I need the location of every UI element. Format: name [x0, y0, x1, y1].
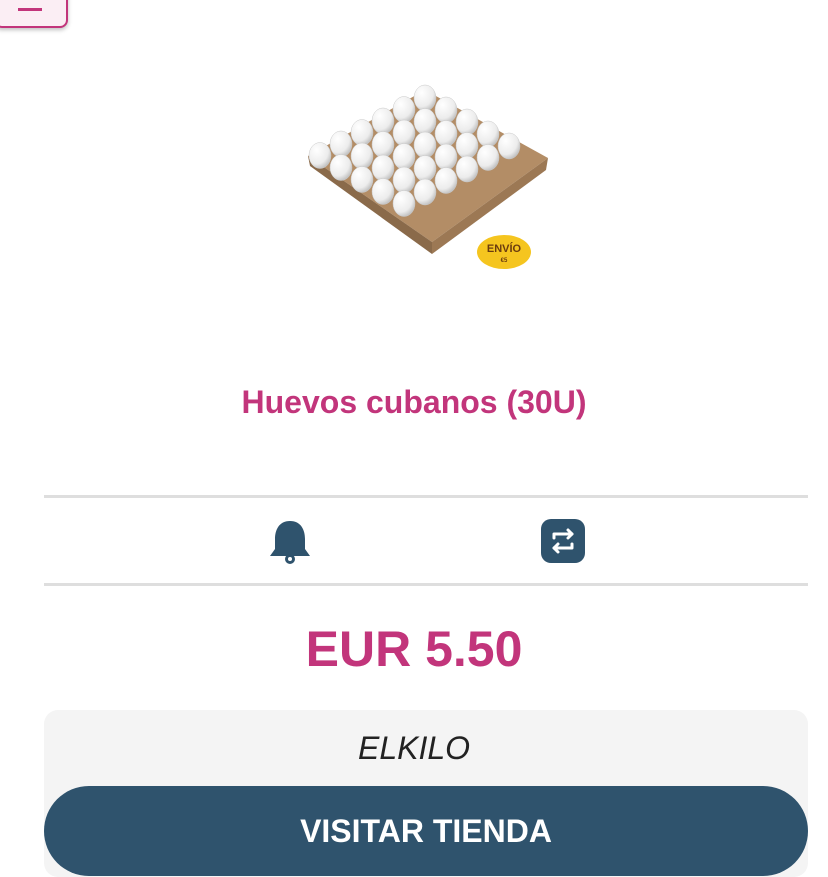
egg	[350, 166, 374, 193]
egg	[476, 120, 500, 148]
egg	[413, 108, 437, 135]
egg	[434, 167, 458, 194]
egg	[497, 132, 521, 160]
egg	[392, 96, 416, 123]
egg	[434, 96, 458, 124]
divider	[44, 495, 808, 498]
egg	[413, 178, 437, 206]
egg	[371, 131, 395, 158]
egg	[413, 131, 437, 159]
egg	[371, 154, 395, 182]
visit-store-button[interactable]: VISITAR TIENDA	[44, 786, 808, 876]
menu-icon	[18, 2, 42, 11]
egg	[392, 166, 416, 194]
divider	[44, 583, 808, 586]
menu-button[interactable]	[0, 0, 68, 28]
egg	[371, 178, 395, 205]
egg	[476, 144, 500, 171]
egg	[434, 120, 458, 147]
svg-text:€5: €5	[501, 258, 508, 264]
bell-icon[interactable]	[268, 518, 312, 564]
egg	[413, 84, 437, 112]
egg	[308, 142, 332, 169]
egg	[350, 119, 374, 146]
egg	[455, 132, 479, 159]
egg	[434, 143, 458, 171]
egg	[455, 155, 479, 183]
egg	[329, 130, 353, 158]
egg	[350, 142, 374, 170]
egg	[413, 155, 437, 182]
egg	[329, 154, 353, 181]
egg	[371, 107, 395, 135]
product-image: ENVÍO €5	[308, 84, 548, 269]
egg	[392, 190, 416, 217]
svg-text:ENVÍO: ENVÍO	[487, 242, 522, 255]
egg	[392, 143, 416, 170]
egg	[392, 119, 416, 147]
product-price: EUR 5.50	[305, 621, 523, 677]
store-name: ELKILO	[357, 730, 471, 766]
product-title: Huevos cubanos (30U)	[241, 384, 587, 420]
shipping-badge: ENVÍO €5	[477, 235, 531, 269]
egg	[455, 108, 479, 136]
swap-icon[interactable]	[540, 518, 586, 564]
